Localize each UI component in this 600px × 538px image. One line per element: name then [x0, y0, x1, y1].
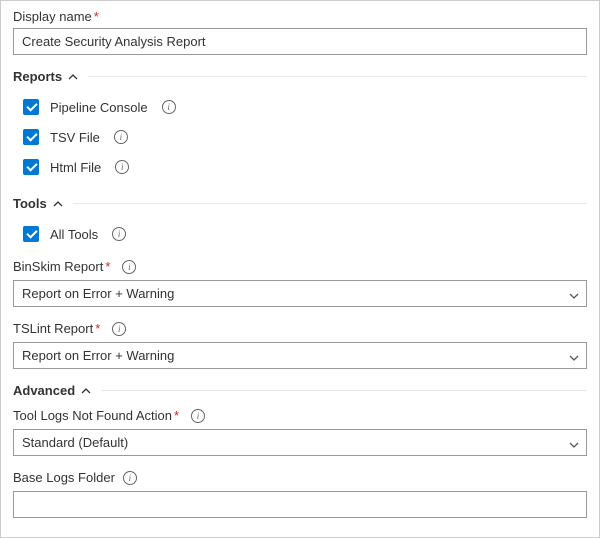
reports-section-header[interactable]: Reports	[13, 69, 587, 84]
chevron-up-icon	[81, 386, 91, 396]
required-asterisk: *	[94, 9, 99, 24]
tsv-file-label: TSV File	[50, 130, 100, 145]
display-name-input[interactable]	[13, 28, 587, 55]
section-divider	[88, 76, 587, 77]
required-asterisk: *	[105, 259, 110, 274]
required-asterisk: *	[95, 321, 100, 336]
advanced-section-title: Advanced	[13, 383, 75, 398]
html-file-label: Html File	[50, 160, 101, 175]
info-icon[interactable]: i	[112, 322, 126, 336]
notfound-label: Tool Logs Not Found Action	[13, 408, 172, 423]
chevron-up-icon	[53, 199, 63, 209]
notfound-select-wrap: Standard (Default)	[13, 429, 587, 456]
reports-section-title: Reports	[13, 69, 62, 84]
tslint-select[interactable]: Report on Error + Warning	[13, 342, 587, 369]
display-name-label: Display name*	[13, 9, 587, 24]
baselogs-label: Base Logs Folder	[13, 470, 115, 485]
baselogs-label-row: Base Logs Folder i	[13, 470, 587, 485]
info-icon[interactable]: i	[123, 471, 137, 485]
all-tools-checkbox[interactable]	[23, 226, 39, 242]
all-tools-label: All Tools	[50, 227, 98, 242]
info-icon[interactable]: i	[114, 130, 128, 144]
tsv-file-checkbox[interactable]	[23, 129, 39, 145]
tslint-select-wrap: Report on Error + Warning	[13, 342, 587, 369]
notfound-label-row: Tool Logs Not Found Action* i	[13, 408, 587, 423]
advanced-section-header[interactable]: Advanced	[13, 383, 587, 398]
info-icon[interactable]: i	[162, 100, 176, 114]
tools-item-all-tools: All Tools i	[13, 219, 587, 249]
tslint-label-row: TSLint Report* i	[13, 321, 587, 336]
reports-item-tsv-file: TSV File i	[13, 122, 587, 152]
html-file-checkbox[interactable]	[23, 159, 39, 175]
task-config-panel: Display name* Reports Pipeline Console i…	[0, 0, 600, 538]
tslint-label: TSLint Report	[13, 321, 93, 336]
info-icon[interactable]: i	[115, 160, 129, 174]
baselogs-input[interactable]	[13, 491, 587, 518]
info-icon[interactable]: i	[122, 260, 136, 274]
info-icon[interactable]: i	[112, 227, 126, 241]
section-divider	[73, 203, 587, 204]
tools-section-header[interactable]: Tools	[13, 196, 587, 211]
pipeline-console-checkbox[interactable]	[23, 99, 39, 115]
binskim-select-wrap: Report on Error + Warning	[13, 280, 587, 307]
section-divider	[101, 390, 587, 391]
reports-item-html-file: Html File i	[13, 152, 587, 182]
info-icon[interactable]: i	[191, 409, 205, 423]
required-asterisk: *	[174, 408, 179, 423]
reports-item-pipeline-console: Pipeline Console i	[13, 92, 587, 122]
tools-section-title: Tools	[13, 196, 47, 211]
binskim-label-row: BinSkim Report* i	[13, 259, 587, 274]
chevron-up-icon	[68, 72, 78, 82]
pipeline-console-label: Pipeline Console	[50, 100, 148, 115]
binskim-label: BinSkim Report	[13, 259, 103, 274]
binskim-select[interactable]: Report on Error + Warning	[13, 280, 587, 307]
notfound-select[interactable]: Standard (Default)	[13, 429, 587, 456]
display-name-label-text: Display name	[13, 9, 92, 24]
